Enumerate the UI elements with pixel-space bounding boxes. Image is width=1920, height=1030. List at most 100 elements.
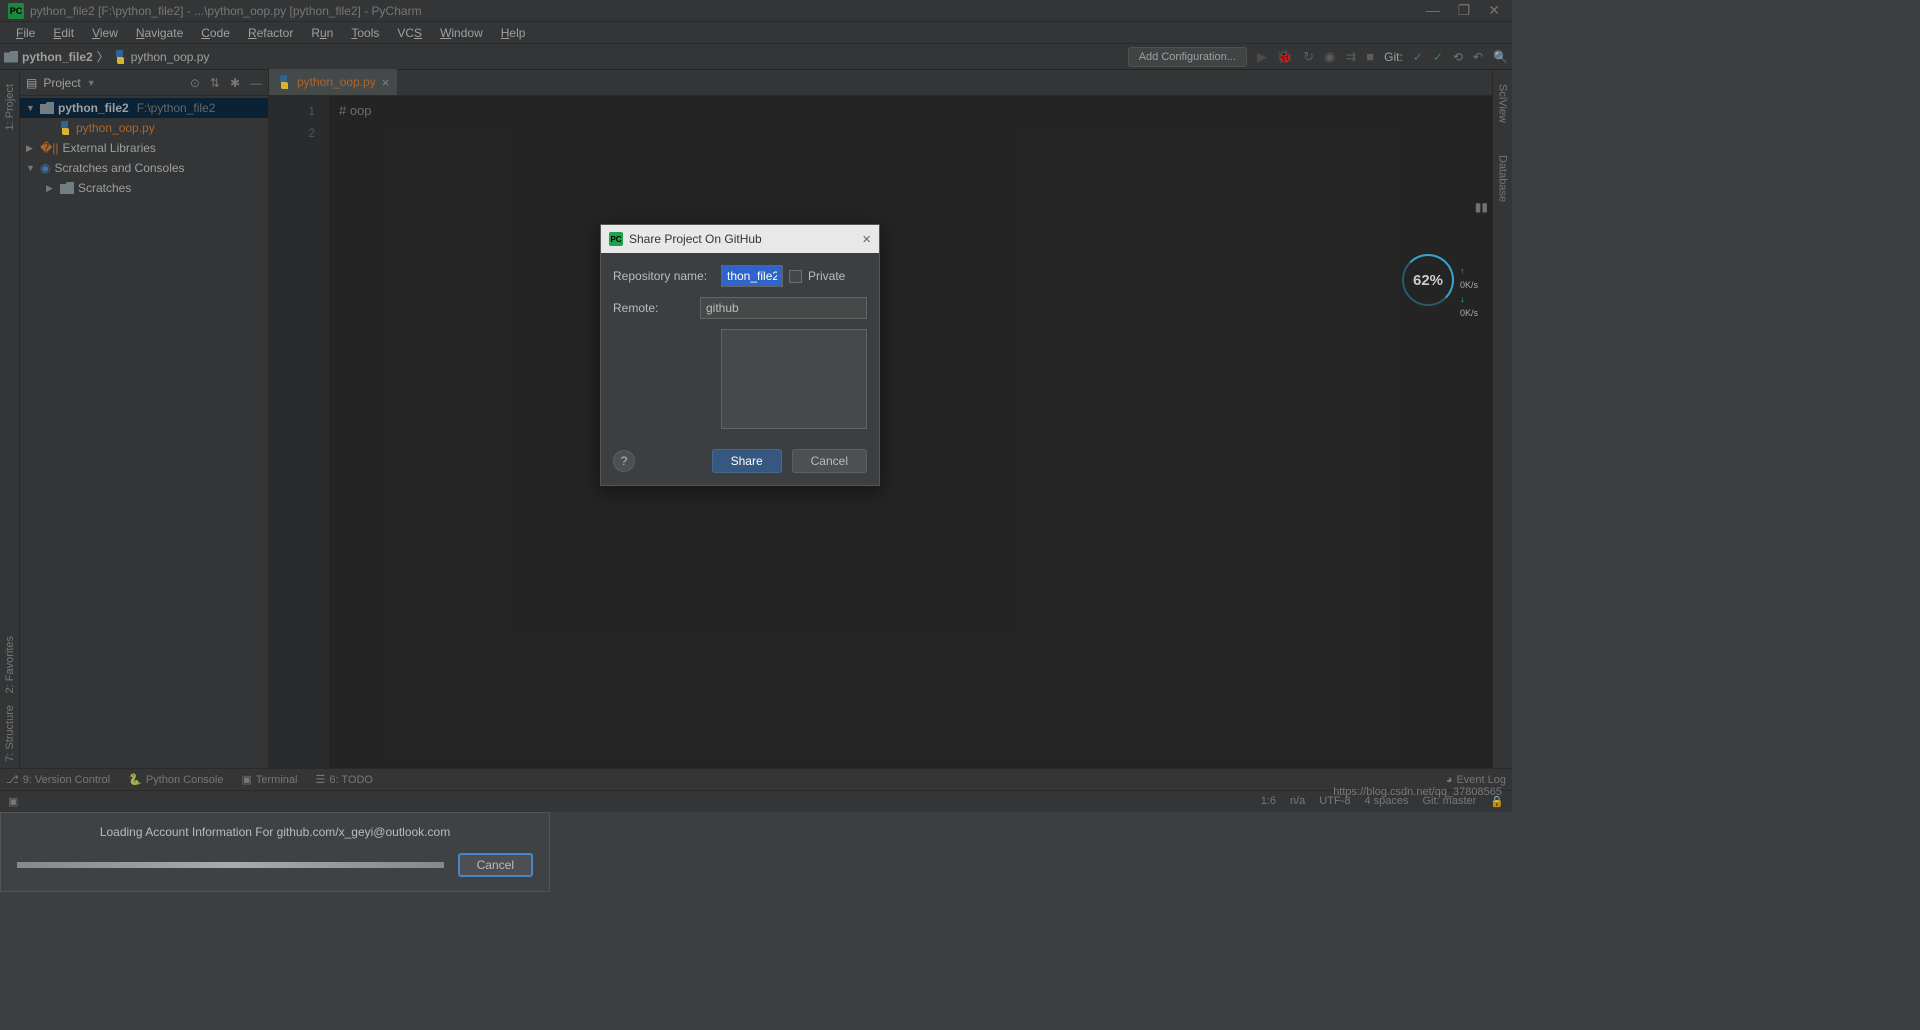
libs-icon: �|| (40, 141, 59, 155)
code-content[interactable]: # oop (329, 96, 1492, 768)
cancel-button[interactable]: Cancel (792, 449, 867, 473)
editor-area: python_oop.py × 1 2 # oop ▮▮ (269, 70, 1492, 768)
menu-refactor[interactable]: Refactor (240, 24, 301, 42)
remote-input[interactable] (700, 297, 867, 319)
menu-code[interactable]: Code (193, 24, 238, 42)
left-tool-gutter: 1: Project 2: Favorites 7: Structure (0, 70, 20, 768)
private-checkbox[interactable] (789, 270, 802, 283)
add-configuration-button[interactable]: Add Configuration... (1128, 47, 1247, 67)
locate-icon[interactable]: ⊙ (190, 76, 200, 90)
expand-icon[interactable]: ▼ (26, 103, 36, 113)
tree-file[interactable]: python_oop.py (20, 118, 268, 138)
python-file-icon (113, 50, 127, 64)
expand-icon[interactable]: ▼ (26, 163, 36, 173)
search-icon[interactable]: 🔍 (1493, 50, 1508, 64)
line-gutter: 1 2 (269, 96, 329, 768)
tree-scratches-label: Scratches and Consoles (54, 161, 184, 175)
menu-file[interactable]: File (8, 24, 43, 42)
code-line: # oop (339, 100, 1482, 122)
stop-icon[interactable]: ■ (1366, 49, 1374, 64)
pycharm-icon: PC (8, 3, 24, 19)
network-monitor-widget[interactable]: 62% 0K/s 0K/s (1402, 254, 1458, 310)
close-icon[interactable]: ✕ (1488, 2, 1500, 19)
toolwin-database[interactable]: Database (1497, 149, 1509, 208)
attach-icon[interactable]: ⇉ (1345, 49, 1356, 65)
tree-ext-label: External Libraries (63, 141, 156, 155)
statusbar: ▣ 1:6 n/a UTF-8 4 spaces Git: master 🔒 (0, 790, 1512, 812)
watermark: https://blog.csdn.net/qq_37808565 (1333, 786, 1502, 798)
tree-scratches-sub: Scratches (78, 181, 131, 195)
tree-external-libs[interactable]: ▶ �|| External Libraries (20, 138, 268, 158)
toolwin-todo[interactable]: ☰ 6: TODO (315, 773, 372, 786)
status-icon[interactable]: ▣ (8, 795, 18, 808)
vcs-revert-icon[interactable]: ↶ (1473, 50, 1483, 64)
python-file-icon (277, 75, 291, 89)
editor[interactable]: 1 2 # oop ▮▮ (269, 96, 1492, 768)
python-file-icon (58, 121, 72, 135)
toolwin-structure[interactable]: 7: Structure (4, 699, 16, 768)
tree-root-path: F:\python_file2 (137, 101, 216, 115)
help-button[interactable]: ? (613, 450, 635, 472)
breadcrumb-root[interactable]: python_file2 (22, 50, 93, 64)
share-button[interactable]: Share (712, 449, 782, 473)
coverage-icon[interactable]: ↻ (1303, 49, 1314, 65)
line-num: 2 (269, 122, 315, 144)
menu-window[interactable]: Window (432, 24, 491, 42)
loading-cancel-button[interactable]: Cancel (458, 853, 533, 877)
status-na[interactable]: n/a (1290, 795, 1305, 808)
description-textarea[interactable] (721, 329, 867, 429)
vcs-commit-icon[interactable]: ✓ (1433, 50, 1443, 64)
toolwin-terminal[interactable]: ▣ Terminal (242, 773, 298, 786)
toolwin-eventlog[interactable]: ◕ Event Log (1446, 774, 1506, 786)
dropdown-icon[interactable]: ▼ (87, 78, 96, 88)
pycharm-icon: PC (609, 232, 623, 246)
menu-tools[interactable]: Tools (343, 24, 387, 42)
tab-close-icon[interactable]: × (382, 75, 390, 90)
cursor-position[interactable]: 1:6 (1261, 795, 1276, 808)
tree-scratches-folder[interactable]: ▶ Scratches (20, 178, 268, 198)
toolwin-python-console[interactable]: 🐍 Python Console (128, 773, 223, 786)
menu-edit[interactable]: Edit (45, 24, 82, 42)
editor-tab[interactable]: python_oop.py × (269, 69, 397, 95)
loading-message: Loading Account Information For github.c… (17, 823, 533, 853)
window-controls: — ❐ ✕ (1414, 2, 1512, 19)
expand-icon[interactable]: ▶ (26, 143, 36, 154)
hide-icon[interactable]: — (250, 76, 262, 90)
toolwin-favorites[interactable]: 2: Favorites (4, 630, 16, 699)
progress-bar (17, 862, 444, 868)
debug-icon[interactable]: 🐞 (1277, 49, 1293, 65)
private-label: Private (808, 269, 845, 283)
dialog-titlebar[interactable]: PC Share Project On GitHub × (601, 225, 879, 253)
minimize-icon[interactable]: — (1426, 2, 1440, 19)
vcs-update-icon[interactable]: ✓ (1413, 50, 1423, 64)
tree-root[interactable]: ▼ python_file2 F:\python_file2 (20, 98, 268, 118)
gear-icon[interactable]: ✱ (230, 76, 240, 90)
folder-icon (60, 182, 74, 194)
bottom-toolwindows: ⎇ 9: Version Control 🐍 Python Console ▣ … (0, 768, 1512, 790)
repo-name-input[interactable] (721, 265, 783, 287)
menu-view[interactable]: View (84, 24, 126, 42)
breadcrumb-file[interactable]: python_oop.py (131, 50, 210, 64)
maximize-icon[interactable]: ❐ (1458, 2, 1471, 19)
menu-vcs[interactable]: VCS (389, 24, 430, 42)
vcs-history-icon[interactable]: ⟲ (1453, 50, 1463, 64)
panel-title[interactable]: Project (43, 76, 80, 90)
folder-icon (40, 102, 54, 114)
dialog-title: Share Project On GitHub (629, 232, 762, 246)
editor-marker-icon: ▮▮ (1475, 200, 1488, 214)
run-icon[interactable]: ▶ (1257, 49, 1267, 65)
expand-icon[interactable]: ▶ (46, 183, 56, 194)
share-github-dialog: PC Share Project On GitHub × Repository … (600, 224, 880, 486)
download-speed: 0K/s (1460, 292, 1478, 320)
profile-icon[interactable]: ◉ (1324, 49, 1335, 65)
toolwin-project[interactable]: 1: Project (4, 78, 16, 136)
toolwin-version-control[interactable]: ⎇ 9: Version Control (6, 773, 110, 786)
menu-navigate[interactable]: Navigate (128, 24, 191, 42)
dialog-close-icon[interactable]: × (862, 231, 871, 248)
tree-scratches[interactable]: ▼ ◉ Scratches and Consoles (20, 158, 268, 178)
toolwin-sciview[interactable]: SciView (1497, 78, 1509, 129)
right-tool-gutter: SciView Database (1492, 70, 1512, 768)
menu-run[interactable]: Run (303, 24, 341, 42)
menu-help[interactable]: Help (493, 24, 534, 42)
collapse-icon[interactable]: ⇅ (210, 76, 220, 90)
